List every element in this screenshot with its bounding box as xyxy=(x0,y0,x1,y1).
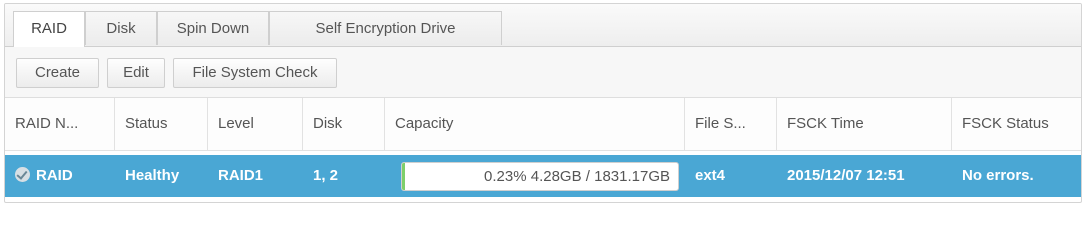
raid-panel: RAID Disk Spin Down Self Encryption Driv… xyxy=(4,3,1082,203)
fsck-time-cell: 2015/12/07 12:51 xyxy=(787,167,905,184)
tab-bar: RAID Disk Spin Down Self Encryption Driv… xyxy=(5,4,1081,47)
status-cell: Healthy xyxy=(125,167,180,184)
file-system-cell: ext4 xyxy=(695,167,726,184)
header-capacity[interactable]: Capacity xyxy=(385,98,685,150)
raid-name: RAID xyxy=(36,167,73,184)
tab-self-encryption-drive[interactable]: Self Encryption Drive xyxy=(269,11,502,45)
table-header: RAID N... Status Level Disk Capacity Fil… xyxy=(5,98,1081,151)
header-raid-name[interactable]: RAID N... xyxy=(5,98,115,150)
toolbar: Create Edit File System Check xyxy=(5,47,1081,98)
table-row[interactable]: RAID Healthy RAID1 1, 2 0.23% 4.28GB / 1… xyxy=(5,155,1081,197)
tab-raid[interactable]: RAID xyxy=(13,11,85,47)
fsck-status-cell: No errors. xyxy=(962,167,1034,184)
header-fsck-status[interactable]: FSCK Status xyxy=(952,98,1081,150)
create-button[interactable]: Create xyxy=(16,58,99,88)
header-level[interactable]: Level xyxy=(208,98,303,150)
check-circle-icon xyxy=(15,167,30,182)
tab-disk[interactable]: Disk xyxy=(85,11,157,45)
header-status[interactable]: Status xyxy=(115,98,208,150)
file-system-check-button[interactable]: File System Check xyxy=(173,58,337,88)
edit-button[interactable]: Edit xyxy=(107,58,165,88)
header-file-system[interactable]: File S... xyxy=(685,98,777,150)
header-disk[interactable]: Disk xyxy=(303,98,385,150)
level-cell: RAID1 xyxy=(218,167,264,184)
raid-name-cell: RAID xyxy=(5,155,115,197)
capacity-bar: 0.23% 4.28GB / 1831.17GB xyxy=(401,162,679,191)
header-fsck-time[interactable]: FSCK Time xyxy=(777,98,952,150)
capacity-text: 0.23% 4.28GB / 1831.17GB xyxy=(484,168,670,185)
disk-cell: 1, 2 xyxy=(313,167,339,184)
tab-spin-down[interactable]: Spin Down xyxy=(157,11,269,45)
